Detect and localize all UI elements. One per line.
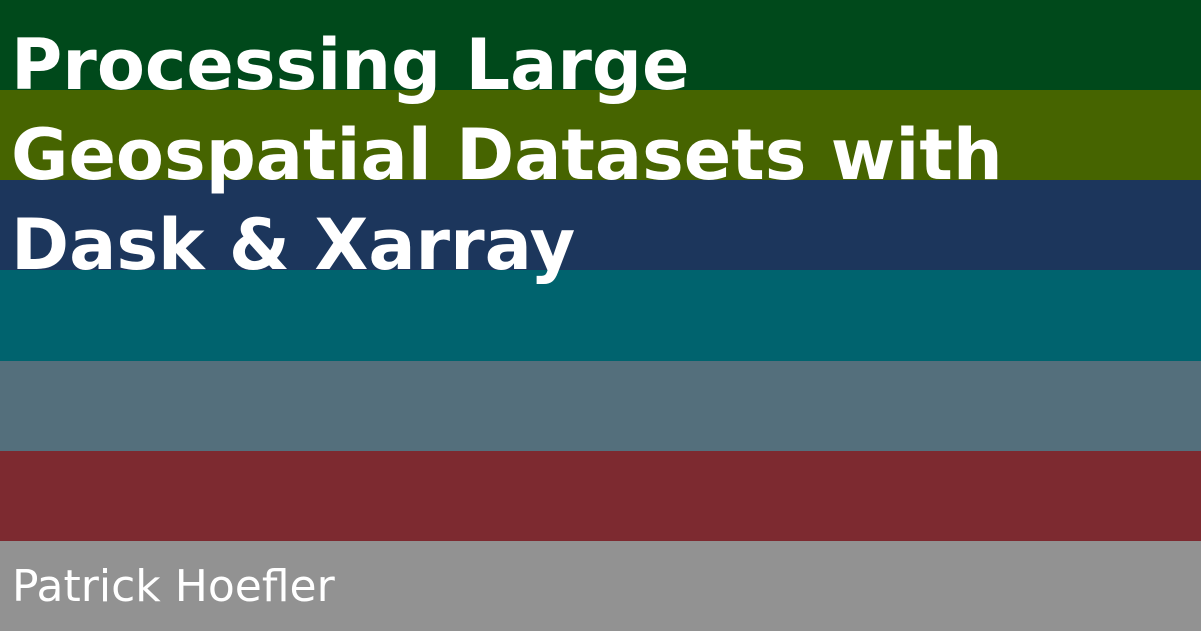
talk-title-line-2: Geospatial Datasets with xyxy=(11,114,1003,196)
stripe-6 xyxy=(0,450,1201,541)
talk-title-line-3: Dask & Xarray xyxy=(11,204,576,286)
author-name: Patrick Hoefler xyxy=(12,560,335,612)
talk-title: Processing Large Geospatial Datasets wit… xyxy=(11,20,1003,290)
talk-title-line-1: Processing Large xyxy=(11,24,690,106)
stripe-5 xyxy=(0,360,1201,451)
title-card: Processing Large Geospatial Datasets wit… xyxy=(0,0,1201,631)
